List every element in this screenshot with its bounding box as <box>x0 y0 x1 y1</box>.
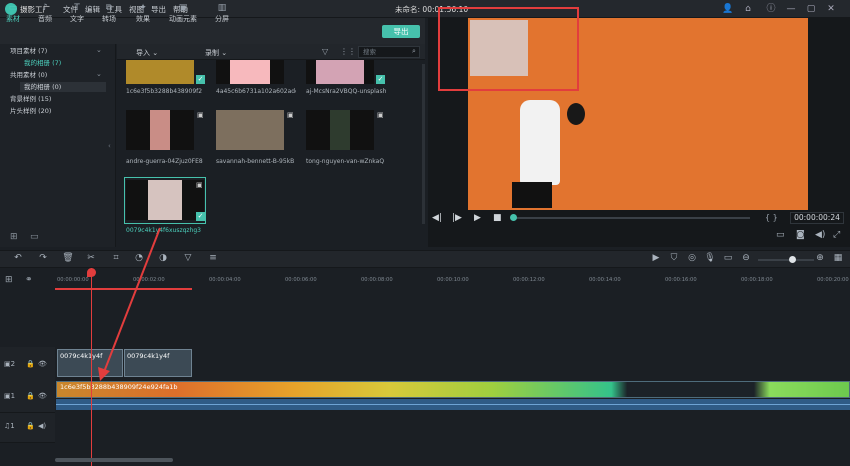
annotation-arrow <box>98 227 161 381</box>
timeline-scrollbar[interactable] <box>55 458 173 462</box>
